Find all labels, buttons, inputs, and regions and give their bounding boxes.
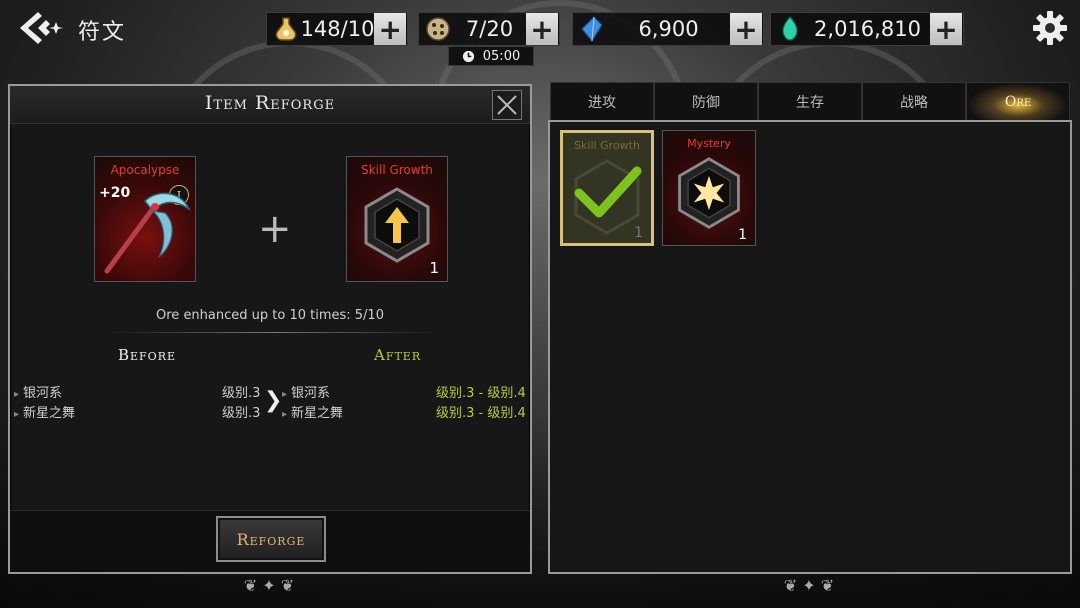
page-title: 符文 — [78, 20, 127, 45]
resource-dice: 7/20 + — [418, 12, 560, 46]
tab-attack[interactable]: 进攻 — [550, 82, 654, 120]
panel-header: Item Reforge — [10, 86, 530, 124]
resource-green-crystal-value: 2,016,810 — [814, 17, 921, 41]
stat-after-name-2: ▸ 新星之舞 — [282, 406, 344, 421]
add-dice-button[interactable]: + — [526, 13, 558, 46]
timer-value: 05:00 — [482, 48, 521, 64]
stat-after-name-1: ▸ 银河系 — [282, 386, 331, 401]
close-button[interactable] — [492, 90, 522, 120]
green-crystal-icon — [775, 14, 805, 44]
rune-slot[interactable]: Skill Growth 1 — [346, 156, 448, 282]
inventory-item-mystery[interactable]: Mystery 1 — [662, 130, 756, 246]
reforge-button[interactable]: Reforge — [216, 516, 326, 562]
inventory-item-count: 1 — [634, 225, 643, 241]
after-header: After — [374, 346, 422, 364]
resource-potion: 148/10 + — [266, 12, 408, 46]
section-divider — [108, 332, 438, 333]
resource-green-crystal: 2,016,810 + — [770, 12, 964, 46]
combine-plus-icon: + — [258, 206, 292, 252]
rune-count: 1 — [429, 259, 439, 277]
item-reforge-panel: Item Reforge Apocalypse +20 I + Skill Gr… — [8, 84, 532, 574]
footer-ornament-left: ❦ ✦ ❦ — [243, 576, 295, 595]
category-tabs: 进攻 防御 生存 战略 Ore — [550, 82, 1070, 120]
add-green-crystal-button[interactable]: + — [930, 13, 962, 46]
tab-strategy[interactable]: 战略 — [862, 82, 966, 120]
tab-ore[interactable]: Ore — [966, 82, 1070, 120]
item-name: Apocalypse — [110, 163, 180, 177]
item-slot[interactable]: Apocalypse +20 I — [94, 156, 196, 282]
checkmark-icon — [574, 166, 642, 218]
stat-before-name-1: ▸ 银河系 — [14, 386, 63, 401]
add-blue-crystal-button[interactable]: + — [730, 13, 762, 46]
stat-before-value-2: 级别.3 — [222, 406, 261, 421]
resource-potion-value: 148/10 — [300, 17, 375, 41]
potion-icon — [271, 14, 301, 44]
clock-icon — [462, 50, 474, 62]
panel-title: Item Reforge — [204, 92, 336, 114]
close-icon — [497, 95, 517, 115]
add-potion-button[interactable]: + — [374, 13, 406, 46]
inventory-item-name: Mystery — [687, 137, 731, 150]
stat-before-value-1: 级别.3 — [222, 386, 261, 401]
resource-dice-value: 7/20 — [465, 17, 514, 41]
refill-timer: 05:00 — [448, 46, 534, 66]
back-arrow-icon — [20, 12, 63, 44]
stat-after-value-2: 级别.3 - 级别.4 — [436, 406, 526, 421]
dice-icon — [423, 14, 453, 44]
stat-after-value-1: 级别.3 - 级别.4 — [436, 386, 526, 401]
inventory-item-name: Skill Growth — [574, 139, 640, 152]
gear-icon — [1033, 11, 1067, 45]
scythe-icon — [104, 192, 191, 274]
resource-blue-crystal-value: 6,900 — [638, 17, 699, 41]
footer-ornament-right: ❦ ✦ ❦ — [783, 576, 835, 595]
enhance-limit-text: Ore enhanced up to 10 times: 5/10 — [156, 308, 384, 323]
skill-growth-rune-icon — [364, 187, 430, 263]
tab-survival[interactable]: 生存 — [758, 82, 862, 120]
mystery-rune-icon — [678, 157, 740, 229]
top-bar: 符文 148/10 + 7/20 + 6,900 + 2,016,810 + 0… — [0, 0, 1080, 70]
before-header: Before — [118, 346, 177, 364]
compare-arrow-icon: ❯ — [264, 388, 283, 413]
inventory-item-skill-growth[interactable]: Skill Growth 1 — [560, 130, 654, 246]
tab-defense[interactable]: 防御 — [654, 82, 758, 120]
settings-button[interactable] — [1030, 8, 1070, 48]
inventory-panel: Skill Growth 1 Mystery 1 — [548, 120, 1072, 574]
rune-name: Skill Growth — [361, 163, 433, 177]
resource-blue-crystal: 6,900 + — [572, 12, 764, 46]
inventory-item-count: 1 — [738, 227, 747, 243]
stat-before-name-2: ▸ 新星之舞 — [14, 406, 76, 421]
blue-crystal-icon — [577, 14, 607, 44]
back-button[interactable] — [16, 8, 64, 48]
